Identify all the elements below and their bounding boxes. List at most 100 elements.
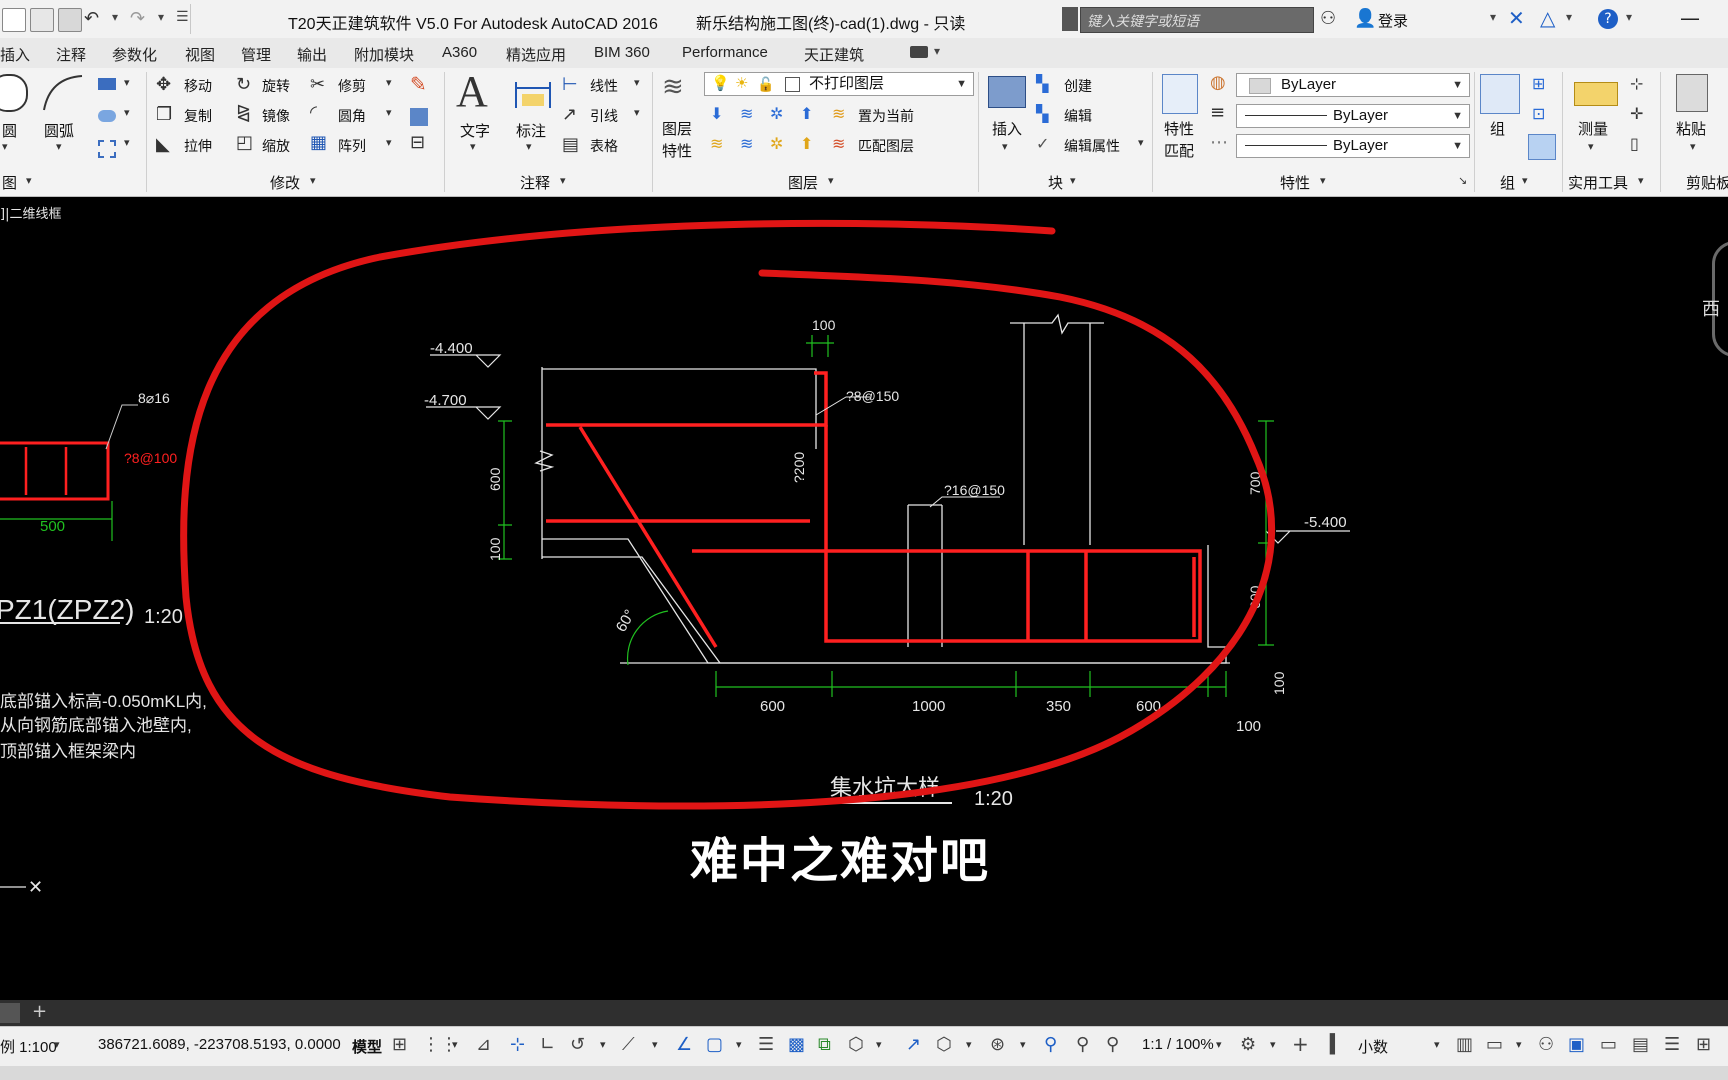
- dimension-icon[interactable]: [512, 74, 554, 114]
- annotation-monitor-icon[interactable]: +: [1292, 1032, 1309, 1056]
- undo-icon[interactable]: ↶: [84, 8, 99, 29]
- stretch-button[interactable]: 拉伸: [184, 136, 212, 156]
- leader-icon[interactable]: ↗: [562, 104, 577, 125]
- modify-panel-title[interactable]: 修改: [270, 172, 300, 193]
- linetype-icon[interactable]: ⋯: [1210, 132, 1228, 153]
- draw-panel-dropdown-icon[interactable]: ▾: [26, 174, 32, 187]
- scale-dropdown-icon[interactable]: ▾: [54, 1038, 60, 1051]
- offset-icon[interactable]: ⊟: [410, 132, 425, 153]
- move-button[interactable]: 移动: [184, 76, 212, 96]
- make-current-button[interactable]: 置为当前: [858, 106, 914, 126]
- arc-icon[interactable]: [40, 72, 86, 114]
- scale-button[interactable]: 缩放: [262, 136, 290, 156]
- gizmo-icon[interactable]: ⊛: [990, 1034, 1005, 1055]
- help-dropdown-icon[interactable]: ▾: [1626, 10, 1632, 24]
- mirror-icon[interactable]: ⧎: [236, 102, 251, 123]
- minimize-icon[interactable]: —: [1680, 6, 1700, 30]
- layer-unlock-icon[interactable]: ⬆: [800, 134, 813, 153]
- edit-attributes-icon[interactable]: ✓: [1036, 134, 1049, 153]
- insert-block-icon[interactable]: [988, 76, 1026, 108]
- measure-dropdown-icon[interactable]: ▾: [1588, 140, 1594, 153]
- selection-filter-icon[interactable]: ⬡: [936, 1034, 952, 1055]
- edit-attributes-dropdown-icon[interactable]: ▾: [1138, 136, 1144, 149]
- edit-block-icon[interactable]: ▚: [1036, 104, 1048, 123]
- layout-grid-icon[interactable]: ⊞: [1696, 1034, 1711, 1055]
- clean-screen-icon[interactable]: ▭: [1600, 1034, 1617, 1055]
- array-button[interactable]: 阵列: [338, 136, 366, 156]
- lineweight-dropdown[interactable]: ByLayer ▼: [1236, 134, 1470, 158]
- 3d-osnap-icon[interactable]: ⬡: [848, 1034, 864, 1055]
- text-dropdown-icon[interactable]: ▾: [470, 140, 476, 153]
- array-icon[interactable]: ▦: [310, 132, 327, 153]
- 3d-osnap-dropdown-icon[interactable]: ▾: [876, 1038, 882, 1051]
- dynamic-ucs-icon[interactable]: ↗: [906, 1034, 921, 1055]
- paste-button-label[interactable]: 粘贴: [1676, 118, 1706, 139]
- explode-icon[interactable]: [410, 108, 428, 126]
- new-icon[interactable]: [2, 8, 26, 32]
- trim-dropdown-icon[interactable]: ▾: [386, 76, 392, 89]
- dimension-dropdown-icon[interactable]: ▾: [526, 140, 532, 153]
- menu-performance[interactable]: Performance: [682, 44, 768, 61]
- make-current-icon[interactable]: ≋: [832, 104, 845, 123]
- fillet-button[interactable]: 圆角: [338, 106, 366, 126]
- measure-button-label[interactable]: 测量: [1578, 118, 1608, 139]
- annotation-scale-dropdown-icon[interactable]: ▾: [1216, 1038, 1222, 1051]
- add-layout-icon[interactable]: +: [32, 1001, 47, 1022]
- menu-parametric[interactable]: 参数化: [112, 44, 157, 65]
- auto-scale-icon[interactable]: ⚲: [1076, 1034, 1089, 1055]
- groups-panel-title[interactable]: 组: [1500, 172, 1515, 193]
- circle-dropdown-icon[interactable]: ▾: [2, 140, 8, 153]
- rotate-icon[interactable]: ↻: [236, 74, 251, 95]
- ortho-icon[interactable]: ∟: [540, 1034, 555, 1055]
- point-icon[interactable]: ✛: [1630, 104, 1643, 123]
- match-layer-icon[interactable]: ≋: [832, 134, 845, 153]
- a360-dropdown-icon[interactable]: ▾: [1566, 10, 1572, 24]
- layer-unisolate-icon[interactable]: ≋: [740, 134, 753, 153]
- color-wheel-icon[interactable]: ◍: [1210, 72, 1226, 93]
- layer-properties-label-2[interactable]: 特性: [662, 140, 692, 161]
- transparency-icon[interactable]: ▩: [788, 1034, 805, 1055]
- layers-panel-dropdown-icon[interactable]: ▾: [828, 174, 834, 187]
- properties-panel-title[interactable]: 特性: [1280, 172, 1310, 193]
- group-button-label[interactable]: 组: [1490, 118, 1505, 139]
- isodraft-dropdown-icon[interactable]: ▾: [652, 1038, 658, 1051]
- rectangle-icon[interactable]: [98, 78, 116, 90]
- leader-button[interactable]: 引线: [590, 106, 618, 126]
- match-properties-label-1[interactable]: 特性: [1164, 118, 1194, 139]
- utilities-panel-dropdown-icon[interactable]: ▾: [1638, 174, 1644, 187]
- customization-icon[interactable]: ▤: [1632, 1034, 1649, 1055]
- insert-block-label[interactable]: 插入: [992, 118, 1022, 139]
- table-button[interactable]: 表格: [590, 136, 618, 156]
- layer-on-icon[interactable]: ≋: [710, 134, 723, 153]
- linear-dropdown-icon[interactable]: ▾: [634, 76, 640, 89]
- object-snap-tracking-icon[interactable]: ∠: [676, 1034, 692, 1055]
- menu-addins[interactable]: 附加模块: [354, 44, 414, 65]
- lineweight-icon[interactable]: ≡: [1210, 102, 1225, 123]
- infer-constraints-icon[interactable]: ⊿: [476, 1034, 491, 1055]
- text-icon[interactable]: A: [456, 66, 488, 117]
- rectangle-dropdown-icon[interactable]: ▾: [124, 76, 130, 89]
- polar-icon[interactable]: ↺: [570, 1034, 585, 1055]
- layer-off-icon[interactable]: ⬇: [710, 104, 723, 123]
- object-snap-icon[interactable]: ▢: [706, 1034, 723, 1055]
- quick-select-icon[interactable]: ⊹: [1630, 74, 1643, 93]
- menu-view[interactable]: 视图: [185, 44, 215, 65]
- quick-properties-icon[interactable]: ▥: [1456, 1034, 1473, 1055]
- customize-qat-icon[interactable]: ☰: [176, 9, 189, 25]
- help-icon[interactable]: ?: [1598, 9, 1618, 29]
- linear-icon[interactable]: ⊢: [562, 74, 578, 95]
- layer-properties-icon[interactable]: ≋: [662, 72, 684, 102]
- draw-panel-title[interactable]: 图: [2, 172, 17, 193]
- rotate-button[interactable]: 旋转: [262, 76, 290, 96]
- ribbon-toggle-dropdown-icon[interactable]: ▾: [934, 44, 940, 58]
- snap-dropdown-icon[interactable]: ▾: [452, 1038, 458, 1051]
- match-properties-label-2[interactable]: 匹配: [1164, 140, 1194, 161]
- modify-panel-dropdown-icon[interactable]: ▾: [310, 174, 316, 187]
- boundary-icon[interactable]: [98, 140, 116, 158]
- binoculars-icon[interactable]: ⚇: [1320, 8, 1336, 29]
- fillet-dropdown-icon[interactable]: ▾: [386, 106, 392, 119]
- isodraft-icon[interactable]: ⟋: [622, 1034, 635, 1055]
- search-expand-button[interactable]: [1062, 7, 1078, 31]
- arc-dropdown-icon[interactable]: ▾: [56, 140, 62, 153]
- isolate-objects-icon[interactable]: ⚇: [1538, 1034, 1554, 1055]
